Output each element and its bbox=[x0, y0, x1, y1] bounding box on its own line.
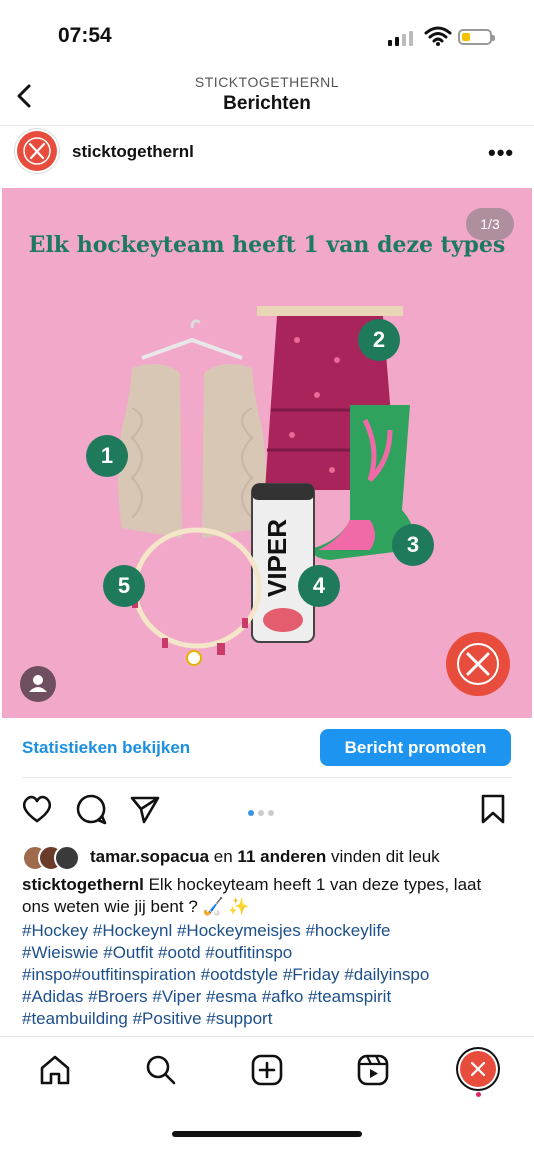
caption-emoji: ? 🏑 ✨ bbox=[188, 897, 250, 916]
badge-1: 1 bbox=[86, 435, 128, 477]
carousel-page-indicator: 1/3 bbox=[466, 208, 514, 240]
badge-3: 3 bbox=[392, 524, 434, 566]
liker-avatar bbox=[54, 845, 80, 871]
reels-icon[interactable] bbox=[356, 1053, 390, 1087]
hashtag-line[interactable]: #Adidas #Broers #Viper #esma #afko #team… bbox=[22, 986, 522, 1008]
tagged-users-button[interactable] bbox=[20, 666, 56, 702]
necklace-illustration bbox=[132, 527, 262, 666]
liker-username[interactable]: tamar.sopacua bbox=[90, 847, 209, 866]
notification-dot bbox=[476, 1092, 481, 1097]
hashtag-line[interactable]: #inspo#outfitinspiration #ootdstyle #Fri… bbox=[22, 964, 522, 986]
profile-tab-avatar[interactable] bbox=[460, 1051, 496, 1087]
tab-bar-divider bbox=[0, 1036, 534, 1037]
status-time: 07:54 bbox=[58, 24, 112, 47]
hockey-sticks-logo-icon bbox=[23, 137, 51, 165]
carousel-dots bbox=[248, 803, 278, 821]
promo-divider bbox=[22, 777, 512, 778]
hashtag-line[interactable]: #Wieiswie #Outfit #ootd #outfitinspo bbox=[22, 942, 522, 964]
home-icon[interactable] bbox=[38, 1053, 72, 1087]
likes-others-count[interactable]: 11 anderen bbox=[237, 847, 326, 866]
hockey-sticks-logo-icon bbox=[470, 1061, 486, 1077]
page-title: Berichten bbox=[223, 93, 311, 114]
search-icon[interactable] bbox=[144, 1053, 178, 1087]
header-subtitle: STICKTOGETHERNL bbox=[194, 74, 340, 90]
badge-5: 5 bbox=[103, 565, 145, 607]
like-heart-icon[interactable] bbox=[20, 792, 54, 826]
hashtag-line[interactable]: #Hockey #Hockeynl #Hockeymeisjes #hockey… bbox=[22, 920, 522, 942]
more-options-button[interactable]: ••• bbox=[488, 140, 514, 166]
battery-icon bbox=[458, 29, 495, 45]
stick-together-logo bbox=[446, 632, 510, 696]
header-divider bbox=[0, 125, 534, 126]
share-send-icon[interactable] bbox=[128, 792, 162, 826]
save-bookmark-icon[interactable] bbox=[476, 792, 510, 826]
caption-username[interactable]: sticktogethernl bbox=[22, 875, 144, 894]
comment-icon[interactable] bbox=[74, 792, 108, 826]
user-icon bbox=[29, 675, 47, 692]
cellular-signal-icon bbox=[388, 30, 416, 46]
post-headline: Elk hockeyteam heeft 1 van deze types bbox=[28, 232, 506, 258]
create-post-icon[interactable] bbox=[250, 1053, 284, 1087]
view-insights-link[interactable]: Statistieken bekijken bbox=[22, 738, 190, 758]
badge-2: 2 bbox=[358, 319, 400, 361]
promote-post-button[interactable]: Bericht promoten bbox=[320, 729, 511, 766]
post-image[interactable]: Elk hockeyteam heeft 1 van deze types 1/… bbox=[2, 188, 532, 718]
badge-4: 4 bbox=[298, 565, 340, 607]
likes-summary[interactable]: tamar.sopacua en 11 anderen vinden dit l… bbox=[90, 847, 440, 867]
post-caption: sticktogethernl Elk hockeyteam heeft 1 v… bbox=[22, 874, 512, 918]
home-indicator[interactable] bbox=[172, 1131, 362, 1137]
hashtag-list: #Hockey #Hockeynl #Hockeymeisjes #hockey… bbox=[22, 920, 522, 1030]
hashtag-line[interactable]: #teambuilding #Positive #support bbox=[22, 1008, 522, 1030]
account-avatar[interactable] bbox=[17, 131, 57, 171]
wifi-icon bbox=[424, 26, 452, 46]
account-username[interactable]: sticktogethernl bbox=[72, 142, 194, 162]
hockey-sticks-logo-icon bbox=[457, 643, 499, 685]
